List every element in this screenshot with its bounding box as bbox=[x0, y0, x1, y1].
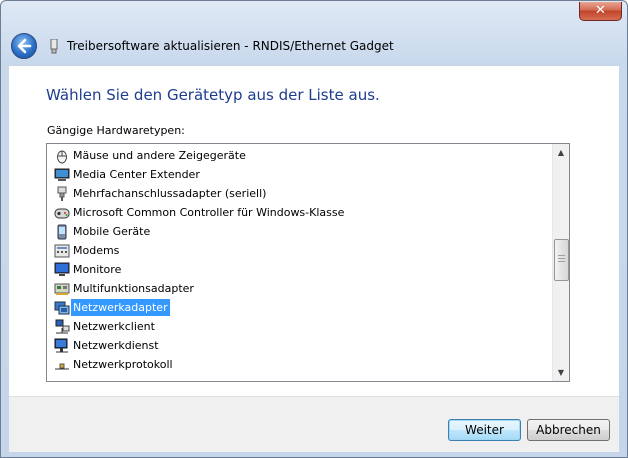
vertical-scrollbar[interactable]: ▲ ▼ bbox=[552, 144, 569, 381]
serial-adapter-icon bbox=[54, 186, 70, 202]
close-button[interactable]: ✕ bbox=[579, 2, 622, 21]
list-item-label: Media Center Extender bbox=[73, 168, 200, 181]
network-protocol-icon bbox=[54, 357, 70, 373]
usb-device-icon bbox=[50, 39, 58, 54]
modem-icon bbox=[54, 243, 70, 259]
mobile-device-icon bbox=[54, 224, 70, 240]
list-item[interactable]: Modems bbox=[48, 241, 551, 260]
list-item[interactable]: Mehrfachanschlussadapter (seriell) bbox=[48, 184, 551, 203]
list-item[interactable]: Mobile Geräte bbox=[48, 222, 551, 241]
page-heading: Wählen Sie den Gerätetyp aus der Liste a… bbox=[46, 86, 380, 104]
network-client-icon bbox=[54, 319, 70, 335]
hardware-type-list[interactable]: Mäuse und andere Zeigegeräte Media Center… bbox=[46, 143, 570, 382]
network-adapter-icon bbox=[54, 300, 70, 316]
list-item-label: Mehrfachanschlussadapter (seriell) bbox=[73, 187, 267, 200]
list-item-label: Mobile Geräte bbox=[73, 225, 151, 238]
cancel-button[interactable]: Abbrechen bbox=[527, 419, 610, 441]
gamepad-icon bbox=[54, 205, 70, 221]
list-item[interactable]: Multifunktionsadapter bbox=[48, 279, 551, 298]
media-center-icon bbox=[54, 167, 70, 183]
list-item-label: Microsoft Common Controller für Windows-… bbox=[73, 206, 345, 219]
dialog-window: ✕ Treibersoftware aktualisieren - RNDIS/… bbox=[0, 0, 628, 458]
button-bar: Weiter Abbrechen bbox=[9, 396, 619, 452]
list-item[interactable]: Netzwerkclient bbox=[48, 317, 551, 336]
list-item[interactable]: Netzwerkdienst bbox=[48, 336, 551, 355]
list-item-label: Netzwerkclient bbox=[73, 320, 155, 333]
window-title: Treibersoftware aktualisieren - RNDIS/Et… bbox=[67, 39, 394, 53]
next-button[interactable]: Weiter bbox=[448, 419, 521, 441]
scroll-grip-icon bbox=[558, 255, 565, 264]
back-button[interactable] bbox=[11, 33, 37, 59]
list-item[interactable]: Monitore bbox=[48, 260, 551, 279]
list-item[interactable]: Mäuse und andere Zeigegeräte bbox=[48, 146, 551, 165]
list-item-label: Netzwerkprotokoll bbox=[73, 358, 173, 371]
list-item-label: Netzwerkadapter bbox=[71, 299, 170, 316]
list-item[interactable]: Netzwerkadapter bbox=[48, 298, 551, 317]
network-service-icon bbox=[54, 338, 70, 354]
list-item-label: Mäuse und andere Zeigegeräte bbox=[73, 149, 246, 162]
scroll-thumb[interactable] bbox=[554, 239, 569, 281]
multifunction-adapter-icon bbox=[54, 281, 70, 297]
list-item-label: Netzwerkdienst bbox=[73, 339, 159, 352]
list-item-label: Monitore bbox=[73, 263, 122, 276]
list-items: Mäuse und andere Zeigegeräte Media Center… bbox=[48, 146, 551, 374]
list-label: Gängige Hardwaretypen: bbox=[47, 124, 185, 137]
list-item[interactable]: Microsoft Common Controller für Windows-… bbox=[48, 203, 551, 222]
list-item[interactable]: Media Center Extender bbox=[48, 165, 551, 184]
list-item-label: Modems bbox=[73, 244, 120, 257]
scroll-up-arrow-icon[interactable]: ▲ bbox=[553, 144, 569, 161]
list-item-label: Multifunktionsadapter bbox=[73, 282, 194, 295]
back-arrow-icon bbox=[17, 38, 32, 54]
monitor-icon bbox=[54, 262, 70, 278]
mouse-icon bbox=[54, 148, 70, 164]
titlebar: Treibersoftware aktualisieren - RNDIS/Et… bbox=[9, 30, 619, 64]
scroll-down-arrow-icon[interactable]: ▼ bbox=[553, 364, 569, 381]
content-panel: Wählen Sie den Gerätetyp aus der Liste a… bbox=[9, 65, 619, 397]
list-item[interactable]: Netzwerkprotokoll bbox=[48, 355, 551, 374]
